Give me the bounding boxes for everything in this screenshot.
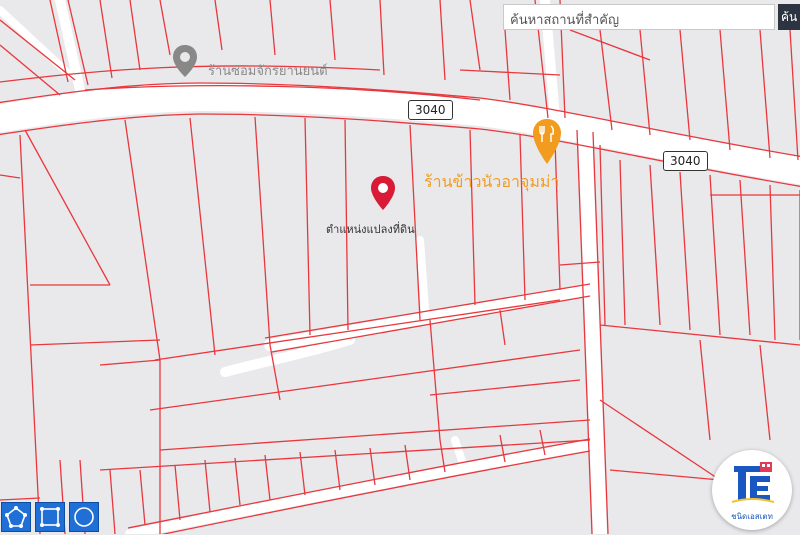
inner-road-3 (416, 236, 429, 314)
rectangle-icon (40, 507, 60, 527)
logo-text: ชนิดเอสเตท (731, 512, 773, 521)
poi-label: ร้านซ่อมจักรยานยนต์ (208, 64, 328, 79)
parcel-marker[interactable] (368, 175, 398, 211)
circle-icon (74, 507, 94, 527)
map-marker-icon (371, 176, 395, 210)
poi-restaurant[interactable] (532, 118, 562, 168)
location-pin-icon (173, 45, 197, 77)
poi-repair-shop[interactable]: ร้านซ่อมจักรยานยนต์ (172, 44, 372, 92)
restaurant-icon (533, 119, 561, 164)
estate-logo-icon (731, 462, 775, 503)
search-button[interactable]: ค้น (778, 4, 800, 30)
road-shield: 3040 (408, 100, 453, 120)
rectangle-tool-button[interactable] (35, 502, 65, 532)
road-shield: 3040 (663, 151, 708, 171)
estate-logo: ชนิดเอสเตท (712, 450, 792, 530)
search-input[interactable]: ค้นหาสถานที่สำคัญ (503, 4, 775, 30)
map-canvas[interactable] (0, 0, 800, 534)
polygon-icon (5, 506, 27, 528)
poi-restaurant-label: ร้านข้าวนัวอาจุมม่า (424, 172, 560, 191)
circle-tool-button[interactable] (69, 502, 99, 532)
marker-label: ตำแหน่งแปลงที่ดิน (326, 223, 415, 236)
polygon-tool-button[interactable] (1, 502, 31, 532)
